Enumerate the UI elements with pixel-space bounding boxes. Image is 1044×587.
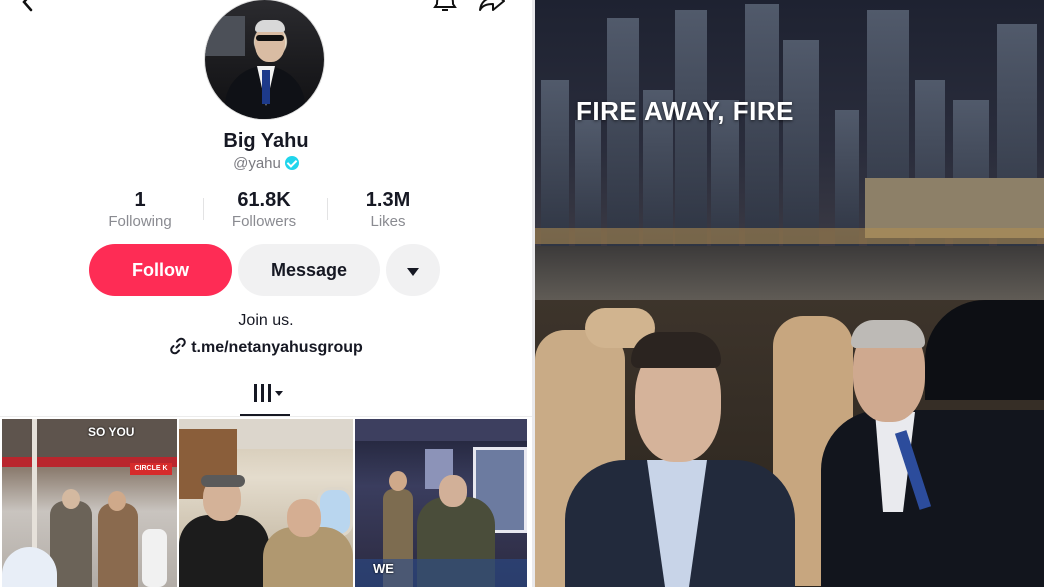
- message-button[interactable]: Message: [238, 244, 380, 296]
- bio-text: Join us.: [238, 312, 294, 329]
- display-name: Big Yahu: [223, 130, 309, 152]
- street-lights: [535, 228, 1044, 244]
- convertible-car-interior: [535, 300, 1044, 587]
- stat-label: Following: [108, 213, 172, 230]
- avatar[interactable]: [205, 0, 324, 119]
- driver-suit: [821, 410, 1044, 587]
- tab-divider: [0, 416, 532, 417]
- video-thumbnail[interactable]: WE: [355, 419, 527, 587]
- avatar-tie: [262, 70, 270, 104]
- stat-value: 1.3M: [365, 189, 411, 211]
- person-left-head: [62, 489, 80, 509]
- stat-value: 1: [134, 189, 146, 211]
- skyscraper: [745, 4, 779, 250]
- follow-button[interactable]: Follow: [89, 244, 232, 296]
- notification-bell-icon[interactable]: [432, 0, 458, 12]
- tiktok-profile-panel: Big Yahu @yahu 1 Following 61.8K Followe…: [0, 0, 532, 587]
- stat-following[interactable]: 1 Following: [78, 188, 202, 232]
- passenger-hair: [631, 332, 721, 368]
- car-hood: [2, 547, 57, 587]
- video-text-overlay: FIRE AWAY, FIRE: [576, 96, 794, 126]
- person-back-head: [389, 471, 407, 491]
- avatar-hair: [255, 20, 285, 32]
- person-right-head: [108, 491, 126, 511]
- caret-down-icon: [407, 267, 419, 276]
- video-thumbnail[interactable]: CIRCLE K SO YOU: [2, 419, 177, 587]
- person-left: [179, 515, 269, 587]
- video-caption: SO YOU: [88, 425, 135, 439]
- sunglasses: [201, 475, 245, 487]
- back-icon[interactable]: [18, 0, 38, 12]
- video-caption: WE: [373, 561, 394, 576]
- videos-grid-tab-icon[interactable]: [252, 382, 288, 406]
- skyscraper: [541, 80, 569, 250]
- skyscraper: [675, 10, 707, 250]
- video-frame-panel: FIRE AWAY, FIRE: [535, 0, 1044, 587]
- stat-likes[interactable]: 1.3M Likes: [326, 188, 450, 232]
- bio-link[interactable]: t.me/netanyahusgroup: [0, 337, 532, 357]
- person-front-head: [439, 475, 467, 507]
- bus-ceiling: [355, 419, 527, 441]
- stat-value: 61.8K: [237, 189, 291, 211]
- windshield-frame: [925, 300, 1044, 400]
- avatar-car-window: [205, 16, 245, 56]
- person-right-head: [287, 499, 321, 537]
- pump: [142, 529, 167, 587]
- driver-hair: [851, 320, 925, 348]
- verified-badge-icon: [284, 156, 299, 170]
- stat-label: Followers: [231, 213, 297, 230]
- handle: @yahu: [233, 155, 281, 172]
- stat-followers[interactable]: 61.8K Followers: [202, 188, 326, 232]
- stat-label: Likes: [370, 213, 406, 230]
- person-right: [98, 503, 138, 587]
- video-thumbnail[interactable]: [179, 419, 353, 587]
- circle-k-sign: CIRCLE K: [130, 463, 172, 475]
- handle-row: @yahu: [0, 155, 532, 172]
- link-icon: [170, 337, 186, 355]
- more-options-button[interactable]: [386, 244, 440, 296]
- share-icon[interactable]: [478, 0, 506, 12]
- skyscraper: [607, 18, 639, 250]
- skyscraper: [783, 40, 819, 250]
- bio-link-text: t.me/netanyahusgroup: [191, 339, 363, 356]
- avatar-sunglasses: [256, 35, 284, 41]
